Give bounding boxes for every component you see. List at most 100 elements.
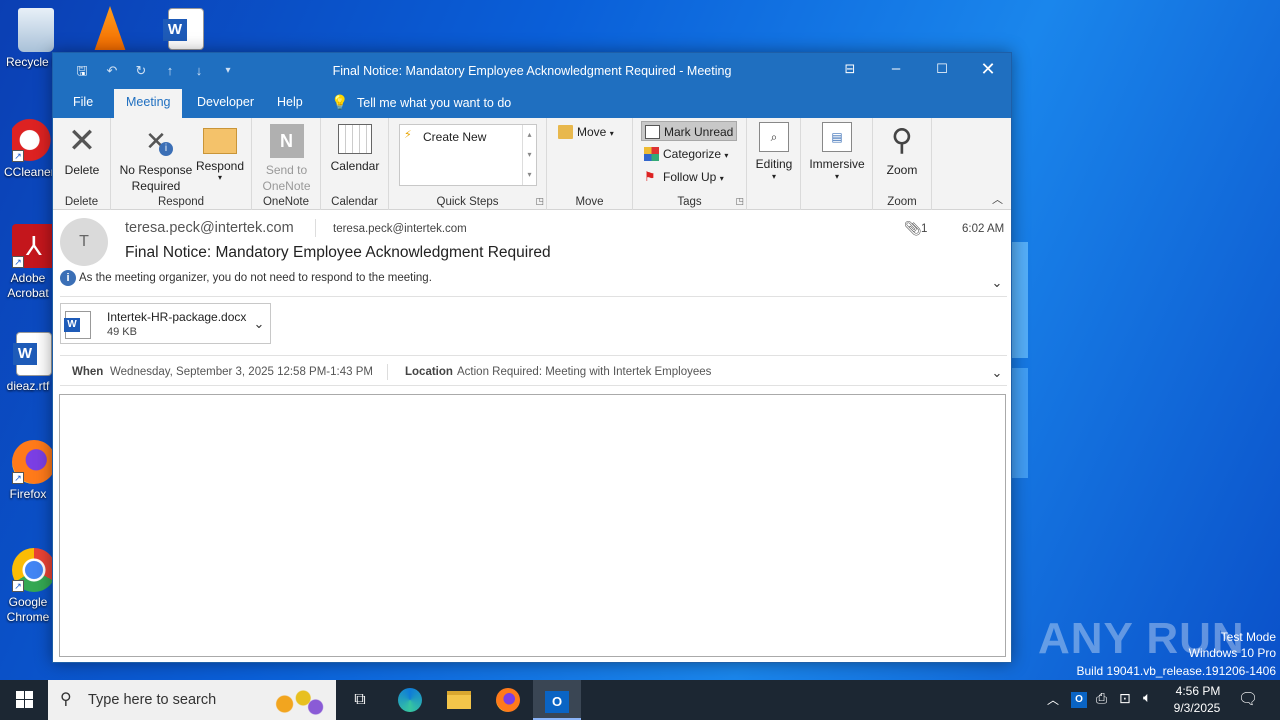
- tab-help[interactable]: Help: [265, 89, 315, 118]
- respond-button[interactable]: Respond ▾: [195, 124, 245, 182]
- maximize-button[interactable]: ☐: [919, 53, 965, 85]
- firefox-icon: [496, 688, 520, 712]
- ribbon-group-immersive: ▤ Immersive ▾: [801, 118, 873, 210]
- tell-me-search[interactable]: Tell me what you want to do: [357, 96, 511, 110]
- quick-steps-gallery[interactable]: ⚡ Create New ▴ ▾ ▾: [399, 124, 537, 186]
- chevron-down-icon: ▾: [771, 172, 776, 181]
- task-view-button[interactable]: ⧉: [336, 680, 384, 720]
- clock-date[interactable]: 9/3/2025: [1168, 701, 1226, 715]
- taskbar-file-explorer[interactable]: [435, 680, 483, 720]
- chrome-icon: ↗: [12, 548, 56, 592]
- outlook-meeting-window: 🖫 ↶ ↻ ↑ ↓ ▾ Final Notice: Mandatory Empl…: [52, 52, 1012, 663]
- edge-icon: [398, 688, 422, 712]
- no-response-icon: ✕ i: [139, 124, 173, 158]
- task-view-icon: ⧉: [354, 691, 366, 708]
- collapse-ribbon-icon[interactable]: ︿: [992, 191, 1003, 207]
- folder-icon: [447, 691, 471, 709]
- immersive-reader-icon: ▤: [822, 122, 852, 152]
- categorize-button[interactable]: Categorize ▾: [641, 144, 728, 164]
- calendar-button[interactable]: Calendar: [327, 124, 383, 174]
- attachment-options-chevron-icon[interactable]: ⌄: [252, 317, 266, 331]
- paperclip-icon: 📎︎: [904, 220, 922, 236]
- watermark-windows-edition: Windows 10 Pro: [1188, 646, 1276, 660]
- search-icon: ⚲: [60, 691, 72, 708]
- ribbon-display-options-icon[interactable]: ⊟: [827, 53, 873, 85]
- gallery-scrollbar[interactable]: ▴ ▾ ▾: [522, 125, 536, 185]
- word-file-icon: W: [64, 311, 91, 339]
- message-body[interactable]: [59, 394, 1006, 657]
- word-document-icon: W: [13, 332, 52, 376]
- desktop-icon-vlc[interactable]: [82, 6, 138, 53]
- sender-address[interactable]: teresa.peck@intertek.com: [125, 220, 294, 236]
- ribbon-group-delete: ✕ Delete Delete: [53, 118, 111, 210]
- taskbar-outlook[interactable]: O: [533, 680, 581, 720]
- ribbon-group-tags: Mark Unread Categorize ▾ ⚑ Follow Up ▾ T…: [633, 118, 747, 210]
- ribbon-group-zoom: ⚲ Zoom Zoom: [873, 118, 932, 210]
- group-label: Respond: [157, 196, 205, 208]
- no-response-required-button[interactable]: ✕ i No Response Required: [119, 124, 193, 194]
- expand-details-chevron-icon[interactable]: ⌄: [990, 366, 1004, 380]
- taskbar-firefox[interactable]: [484, 680, 532, 720]
- taskbar-search-box[interactable]: ⚲ Type here to search: [48, 680, 336, 720]
- immersive-reader-button[interactable]: ▤ Immersive ▾: [807, 122, 867, 182]
- attachment-tile[interactable]: W Intertek-HR-package.docx 49 KB ⌄: [60, 303, 271, 344]
- attachment-separator: [60, 355, 1007, 356]
- network-icon[interactable]: ⊡: [1119, 690, 1131, 707]
- recipient-address[interactable]: teresa.peck@intertek.com: [333, 223, 467, 235]
- close-button[interactable]: ✕: [965, 53, 1011, 85]
- tray-outlook-icon[interactable]: O: [1071, 692, 1087, 708]
- start-button[interactable]: [0, 680, 48, 720]
- ribbon: ✕ Delete Delete ✕ i No Response Required …: [53, 118, 1011, 210]
- when-label: When: [72, 366, 104, 378]
- notifications-icon[interactable]: 🗨︎: [1238, 689, 1258, 709]
- taskbar-edge[interactable]: [386, 680, 434, 720]
- attachment-name: Intertek-HR-package.docx: [107, 310, 247, 324]
- follow-up-button[interactable]: ⚑ Follow Up ▾: [641, 167, 724, 187]
- desktop-icon-label: Recycle Bin: [6, 55, 52, 69]
- mark-unread-button[interactable]: Mark Unread: [641, 121, 737, 141]
- tab-file[interactable]: File: [61, 89, 105, 118]
- respond-envelope-icon: [203, 128, 237, 154]
- windows-logo-backdrop: [1012, 368, 1028, 478]
- details-separator: [60, 385, 1007, 386]
- title-bar[interactable]: 🖫 ↶ ↻ ↑ ↓ ▾ Final Notice: Mandatory Empl…: [53, 53, 1011, 89]
- recycle-bin-icon: [18, 8, 54, 52]
- zoom-button[interactable]: ⚲ Zoom: [879, 124, 925, 178]
- group-label: Calendar: [331, 196, 378, 208]
- volume-icon[interactable]: 🔈︎: [1143, 689, 1151, 706]
- clock-time[interactable]: 4:56 PM: [1172, 684, 1224, 698]
- delete-button[interactable]: ✕ Delete: [59, 124, 105, 178]
- expand-header-chevron-icon[interactable]: ⌄: [990, 276, 1004, 290]
- watermark-build: Build 19041.vb_release.191206-1406: [1076, 664, 1277, 678]
- move-button[interactable]: Move ▾: [555, 122, 614, 142]
- location-label: Location: [405, 366, 453, 378]
- dialog-launcher-icon[interactable]: ◳: [735, 196, 744, 207]
- header-divider: [315, 219, 316, 237]
- info-icon: i: [60, 270, 76, 286]
- windows-logo-icon: [15, 691, 33, 708]
- header-separator: [60, 296, 1007, 297]
- editing-button[interactable]: ⌕ Editing ▾: [751, 122, 797, 182]
- create-new-quick-step[interactable]: Create New: [423, 130, 486, 144]
- show-hidden-icons-chevron-icon[interactable]: ︿: [1047, 691, 1059, 708]
- tray-device-icon[interactable]: ⎙: [1096, 690, 1107, 707]
- desktop-icon-label: Adobe Acrobat: [7, 271, 49, 300]
- desktop-icon-word-doc[interactable]: W: [158, 8, 214, 53]
- send-to-onenote-button[interactable]: N Send to OneNote: [258, 124, 315, 194]
- ribbon-group-move: Move ▾ Move: [547, 118, 633, 210]
- search-highlight-flowers-icon: [266, 686, 328, 716]
- attachment-count: 1: [921, 223, 928, 235]
- received-time: 6:02 AM: [962, 223, 1005, 235]
- group-label: Move: [575, 196, 604, 208]
- tab-meeting[interactable]: Meeting: [114, 89, 183, 118]
- location-value: Action Required: Meeting with Intertek E…: [457, 366, 712, 378]
- windows-logo-backdrop: [1012, 242, 1028, 358]
- ribbon-group-respond: ✕ i No Response Required Respond ▾ Respon…: [111, 118, 252, 210]
- tab-developer[interactable]: Developer: [185, 89, 266, 118]
- delete-x-icon: ✕: [67, 122, 97, 160]
- dialog-launcher-icon[interactable]: ◳: [535, 196, 544, 207]
- minimize-button[interactable]: –: [873, 53, 919, 85]
- vlc-cone-icon: [94, 6, 126, 50]
- calendar-icon: [338, 124, 372, 154]
- ribbon-group-editing: ⌕ Editing ▾: [747, 118, 801, 210]
